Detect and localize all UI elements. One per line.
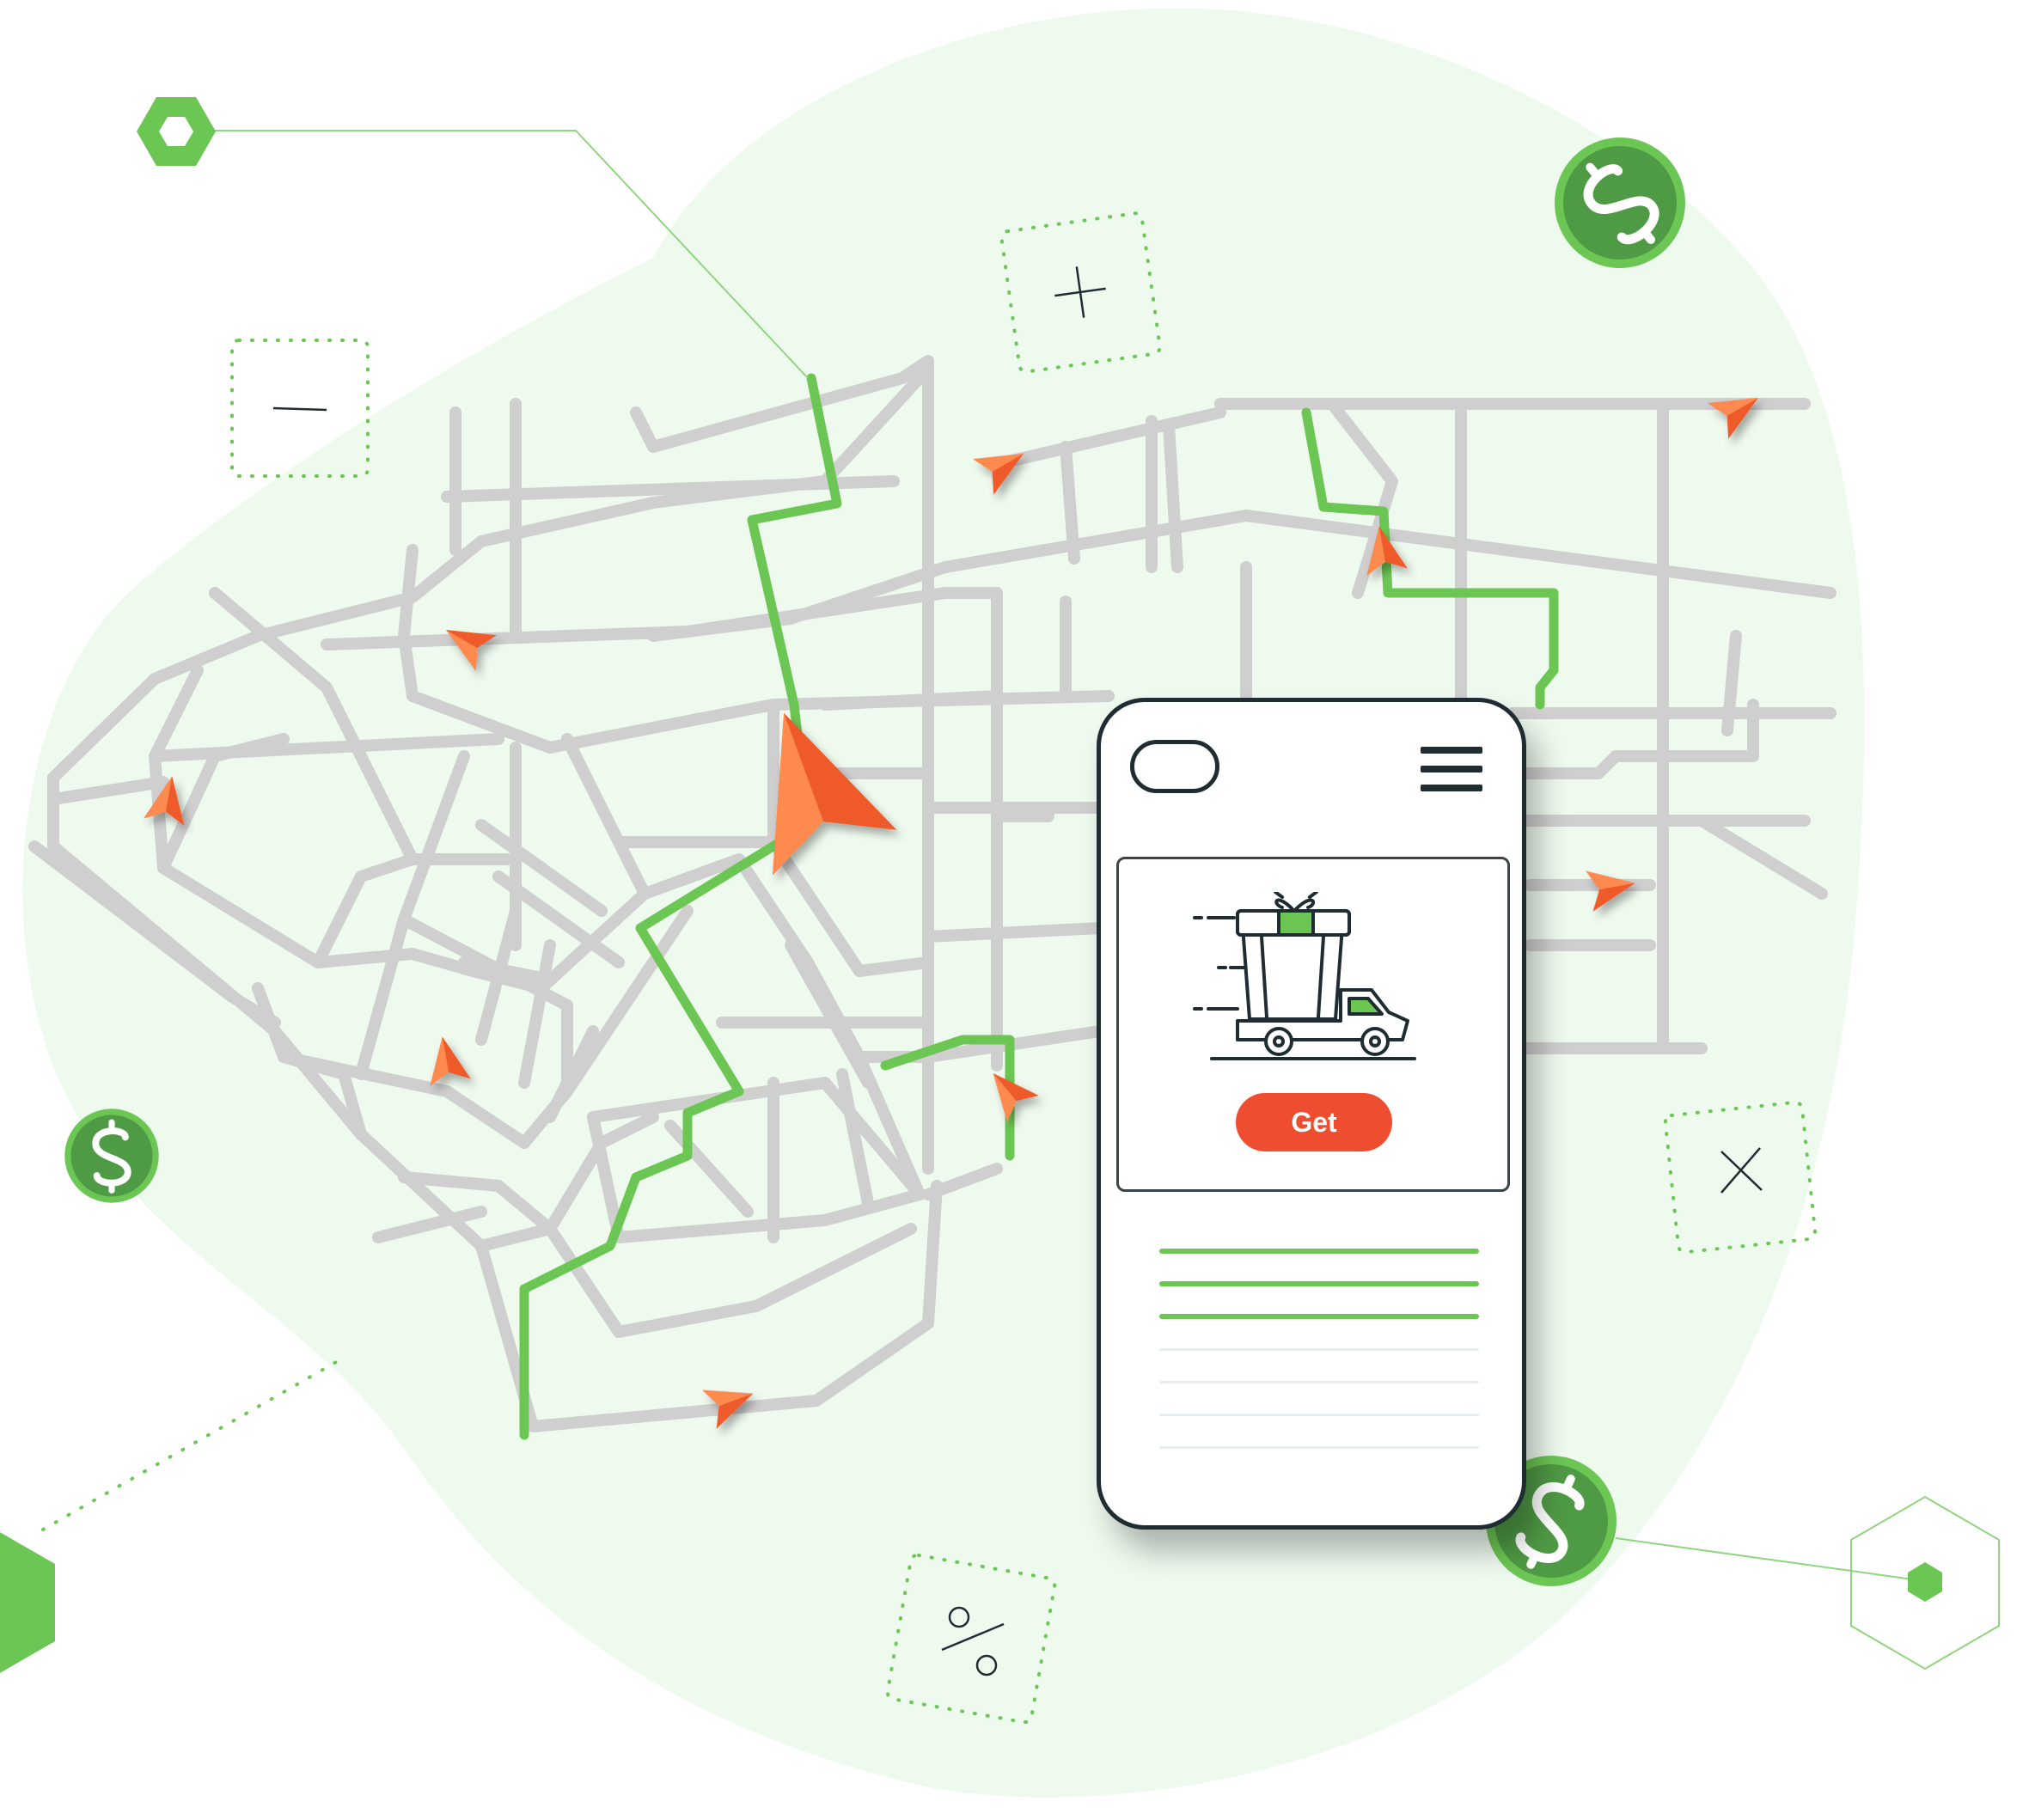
content-line — [1159, 1281, 1479, 1286]
dollar-coin-icon — [64, 1108, 158, 1202]
placeholder-line — [1159, 1446, 1479, 1449]
placeholder-line — [1159, 1381, 1479, 1383]
connector-line — [1615, 1537, 1926, 1582]
hexagon-edge-icon — [0, 1532, 55, 1673]
delivery-card: Get — [1116, 857, 1510, 1192]
map-scene — [0, 8, 2000, 1798]
placeholder-line — [1159, 1348, 1479, 1351]
phone-mockup: Get — [1097, 698, 1526, 1530]
content-line — [1159, 1314, 1479, 1319]
hamburger-menu-icon[interactable] — [1421, 747, 1482, 795]
delivery-map-illustration: Get — [0, 0, 2029, 1820]
hexagon-dot-icon — [1908, 1562, 1942, 1602]
content-line — [1159, 1249, 1479, 1254]
minus-icon — [272, 406, 327, 412]
get-button[interactable]: Get — [1236, 1093, 1392, 1151]
phone-speaker — [1130, 740, 1219, 793]
delivery-truck-gift-icon — [1193, 892, 1416, 1060]
placeholder-line — [1159, 1414, 1479, 1416]
hexagon-marker-icon — [137, 97, 216, 166]
dotted-connector — [41, 1356, 345, 1531]
